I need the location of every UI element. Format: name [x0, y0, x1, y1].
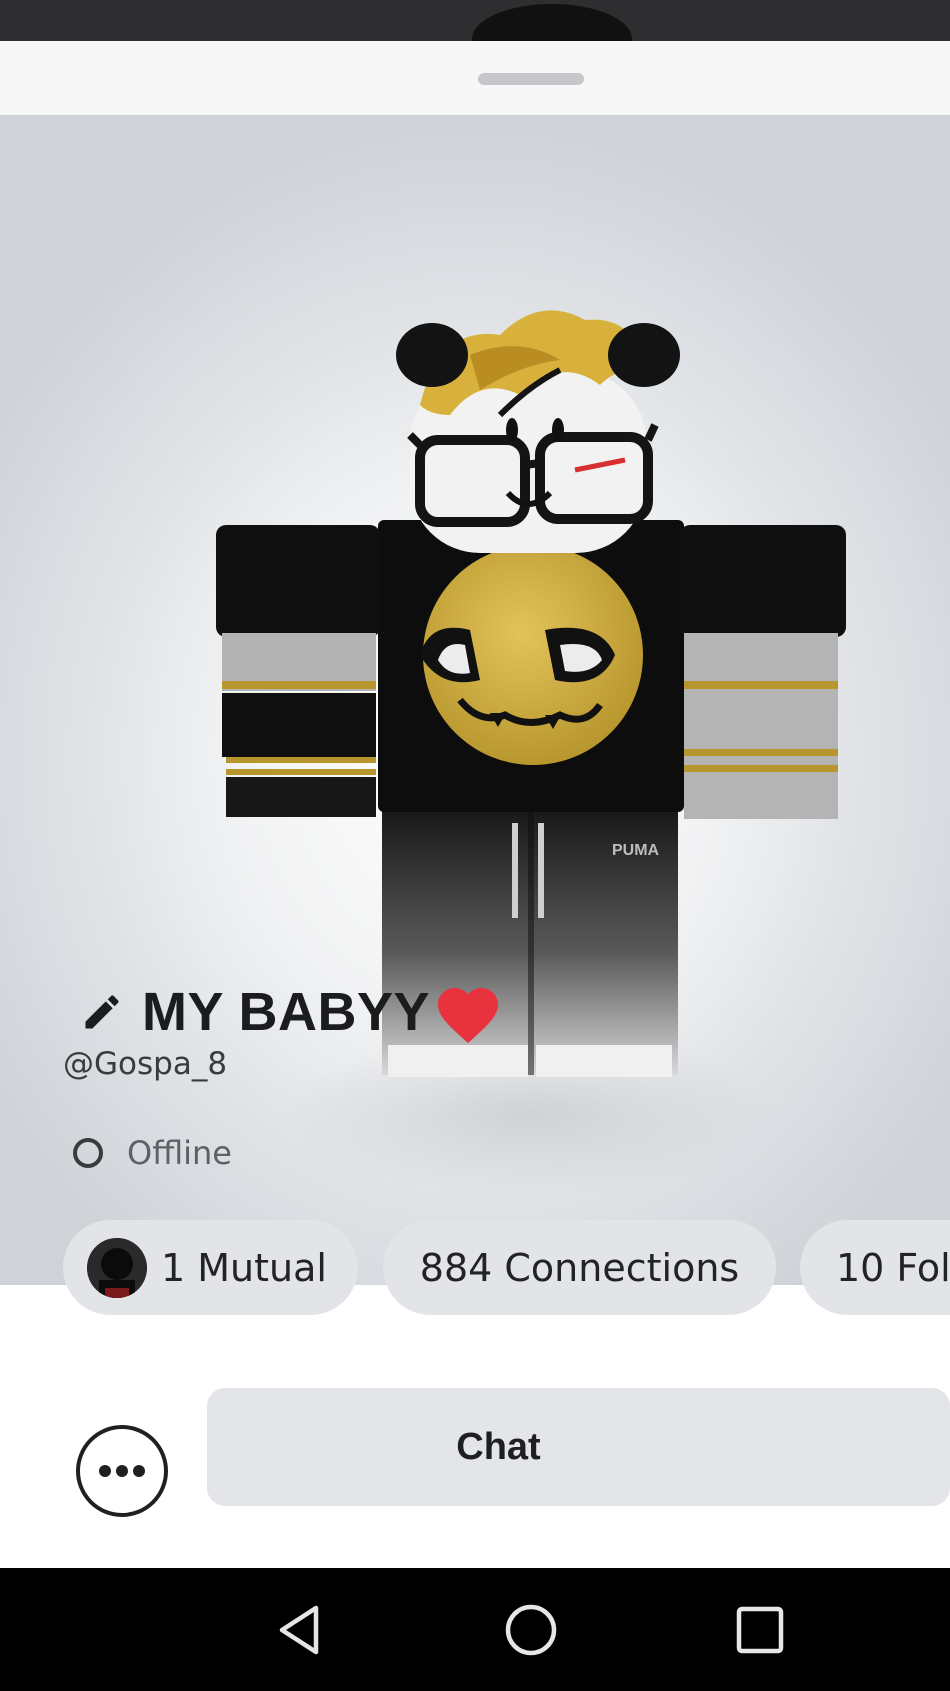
sheet-header[interactable]: [0, 41, 950, 115]
chat-button-label: Chat: [456, 1425, 541, 1468]
back-triangle-icon: [279, 1605, 319, 1655]
offline-ring-icon: [73, 1138, 103, 1168]
followers-count: 10 Foll: [836, 1245, 950, 1290]
presence-label: Offline: [127, 1134, 232, 1172]
mutual-chip[interactable]: 1 Mutual: [63, 1220, 358, 1315]
heart-icon: [438, 988, 499, 1044]
system-navigation-bar: [0, 1568, 950, 1691]
status-strip: [0, 0, 950, 41]
presence-status: Offline: [73, 1134, 232, 1172]
more-options-button[interactable]: [76, 1425, 168, 1517]
username: @Gospa_8: [63, 1046, 228, 1082]
shirt-brand-text: PUMA: [612, 842, 660, 859]
chat-button[interactable]: Chat: [207, 1388, 950, 1506]
nav-home-button[interactable]: [499, 1598, 563, 1662]
mutual-count: 1 Mutual: [161, 1245, 327, 1290]
more-options-icon: [99, 1465, 145, 1477]
followers-chip[interactable]: 10 Foll: [800, 1220, 950, 1315]
nav-recents-button[interactable]: [728, 1598, 792, 1662]
display-name: MY BABYY: [142, 982, 431, 1042]
avatar-viewport[interactable]: PUMA MY BABYY: [0, 115, 950, 1285]
recents-square-icon: [736, 1606, 784, 1654]
connections-count: 884 Connections: [419, 1245, 740, 1290]
home-circle-icon: [505, 1604, 557, 1656]
drag-handle[interactable]: [478, 73, 584, 85]
profile-sheet: PUMA MY BABYY @Gospa_8 Offline 1 Mutual …: [0, 41, 950, 1568]
nav-back-button[interactable]: [268, 1598, 332, 1662]
mutual-avatar: [87, 1237, 147, 1298]
avatar-3d-render: PUMA: [216, 310, 846, 1195]
connections-chip[interactable]: 884 Connections: [383, 1220, 776, 1315]
camera-cutout: [472, 4, 632, 41]
display-name-row[interactable]: MY BABYY: [80, 977, 504, 1047]
pencil-icon[interactable]: [80, 990, 124, 1034]
